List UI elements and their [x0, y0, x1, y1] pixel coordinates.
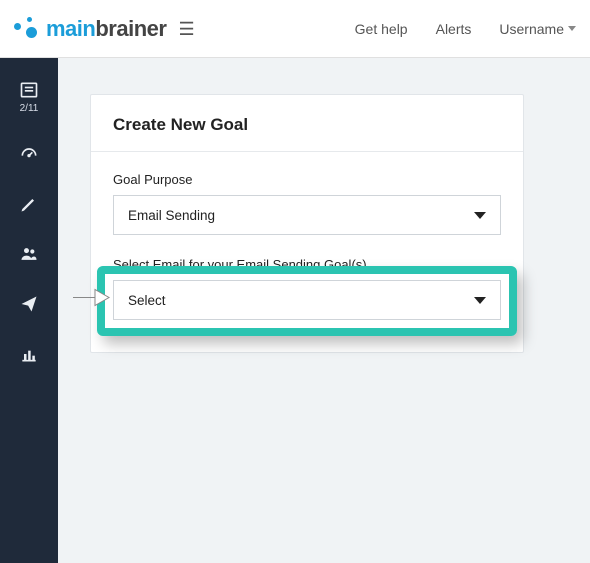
chart-icon — [19, 344, 39, 364]
user-menu[interactable]: Username — [499, 21, 576, 37]
sidebar-item-analytics[interactable] — [19, 344, 39, 364]
get-help-link[interactable]: Get help — [355, 21, 408, 37]
list-icon — [19, 80, 39, 100]
sidebar-item-send[interactable] — [19, 294, 39, 314]
create-goal-card: Create New Goal Goal Purpose Email Sendi… — [90, 94, 524, 353]
select-email-value: Select — [128, 293, 166, 308]
goal-purpose-value: Email Sending — [128, 208, 215, 223]
sidebar: 2/11 — [0, 58, 58, 563]
chevron-down-icon — [474, 297, 486, 304]
users-icon — [19, 244, 39, 264]
chevron-down-icon — [568, 26, 576, 31]
brand-text-1: main — [46, 16, 95, 41]
pencil-icon — [19, 194, 39, 214]
card-title: Create New Goal — [113, 115, 501, 135]
select-email-dropdown[interactable]: Select — [113, 280, 501, 320]
menu-toggle-icon[interactable]: ☰ — [178, 20, 194, 38]
chevron-down-icon — [474, 212, 486, 219]
username-label: Username — [499, 21, 564, 37]
sidebar-item-dashboard[interactable] — [19, 144, 39, 164]
sidebar-item-edit[interactable] — [19, 194, 39, 214]
gauge-icon — [19, 144, 39, 164]
paper-plane-icon — [19, 294, 39, 314]
main-content: Create New Goal Goal Purpose Email Sendi… — [58, 58, 590, 563]
sidebar-progress-count: 2/11 — [20, 103, 39, 114]
brand-text-2: brainer — [95, 16, 166, 41]
brand-logo[interactable]: mainbrainer — [14, 15, 166, 43]
sidebar-item-users[interactable] — [19, 244, 39, 264]
goal-purpose-label: Goal Purpose — [113, 172, 501, 187]
logo-mark-icon — [14, 15, 40, 43]
alerts-link[interactable]: Alerts — [436, 21, 472, 37]
select-email-label: Select Email for your Email Sending Goal… — [113, 257, 501, 272]
goal-purpose-select[interactable]: Email Sending — [113, 195, 501, 235]
sidebar-item-progress[interactable]: 2/11 — [19, 80, 39, 114]
topbar: mainbrainer ☰ Get help Alerts Username — [0, 0, 590, 58]
arrow-indicator-icon — [71, 283, 111, 318]
